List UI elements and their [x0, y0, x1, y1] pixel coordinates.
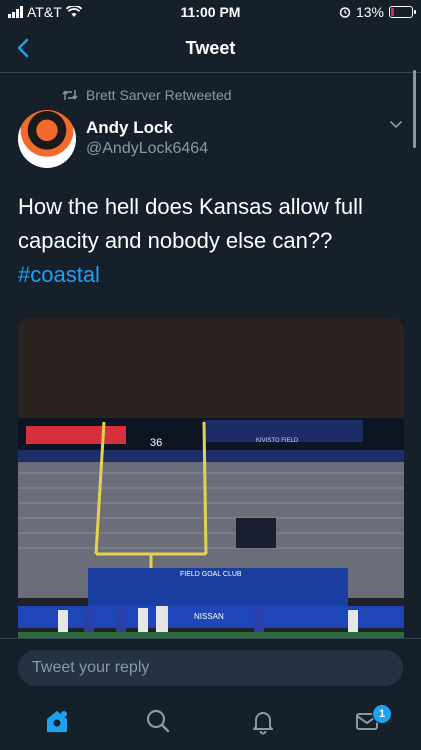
scoreboard-digit: 36	[150, 437, 162, 449]
tweet-text: How the hell does Kansas allow full capa…	[18, 190, 403, 292]
nav-header: Tweet	[0, 26, 421, 73]
chevron-down-icon[interactable]	[388, 116, 404, 132]
hashtag-link[interactable]: #coastal	[18, 258, 403, 292]
tab-search[interactable]	[143, 706, 173, 736]
messages-badge: 1	[372, 704, 392, 724]
battery-icon	[389, 6, 416, 18]
tweet-media-image[interactable]: 36 KIVISTO FIELD FIELD GOAL CLUB NISSAN	[18, 318, 404, 640]
tab-bar	[0, 696, 421, 750]
stadium-sign: KIVISTO FIELD	[256, 438, 299, 444]
status-right: 13%	[339, 4, 416, 20]
stadium-photo: 36 KIVISTO FIELD FIELD GOAL CLUB NISSAN	[18, 318, 404, 640]
tab-notifications[interactable]	[248, 706, 278, 736]
battery-percent: 13%	[355, 4, 384, 20]
reply-bar	[0, 638, 421, 697]
bell-icon	[253, 712, 273, 735]
media-sponsor-text: NISSAN	[194, 612, 224, 621]
display-name[interactable]: Andy Lock	[86, 118, 173, 138]
home-icon	[47, 711, 67, 732]
retweet-context: Brett Sarver Retweeted	[62, 87, 232, 103]
scrollbar[interactable]	[413, 70, 416, 148]
retweet-label[interactable]: Brett Sarver Retweeted	[86, 87, 232, 103]
reply-input[interactable]	[18, 650, 403, 686]
media-banner-text: FIELD GOAL CLUB	[180, 571, 242, 578]
battery-level-fill	[391, 8, 394, 16]
user-handle[interactable]: @AndyLock6464	[86, 140, 208, 158]
tweet-body: How the hell does Kansas allow full capa…	[18, 194, 363, 253]
status-bar: AT&T 11:00 PM 13%	[0, 0, 421, 26]
alarm-icon	[339, 7, 351, 18]
page-title: Tweet	[185, 38, 236, 58]
avatar[interactable]	[18, 110, 76, 168]
retweet-icon	[62, 90, 78, 100]
tab-home[interactable]	[42, 706, 72, 736]
search-icon	[146, 709, 170, 733]
